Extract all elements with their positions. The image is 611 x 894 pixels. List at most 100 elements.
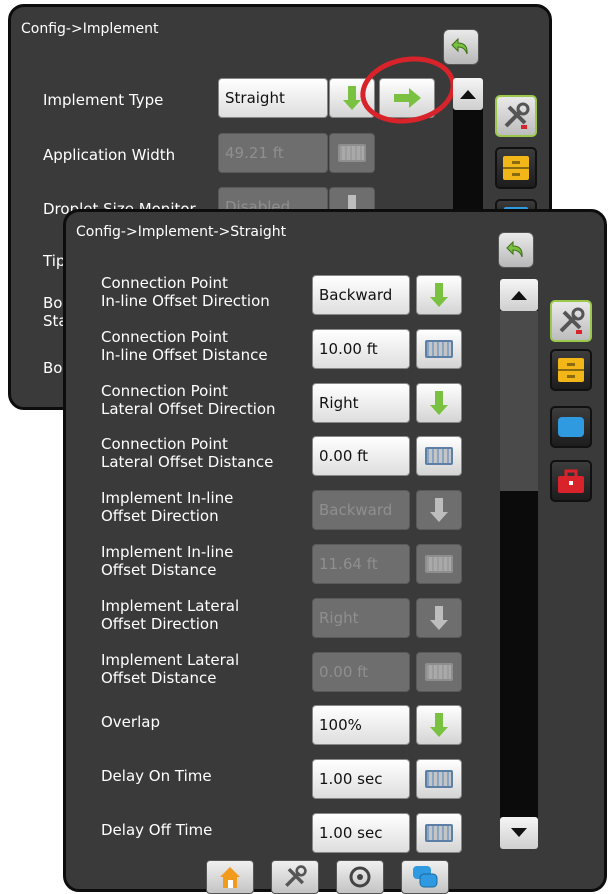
setting-label-line2: Lateral Offset Direction bbox=[101, 400, 276, 418]
scroll-down-arrow[interactable] bbox=[500, 817, 538, 849]
down-arrow-icon bbox=[430, 498, 448, 522]
back-arrow-icon bbox=[506, 240, 523, 258]
keyboard-icon bbox=[425, 340, 453, 358]
setting-value-field[interactable]: 100% bbox=[312, 705, 410, 745]
setting-keyboard-button[interactable] bbox=[416, 813, 462, 853]
setting-keyboard-button[interactable] bbox=[416, 759, 462, 799]
toolbox-icon bbox=[558, 469, 584, 493]
setting-label: Implement Lateral Offset Direction bbox=[101, 597, 239, 633]
straight-config-window: Config->Implement->Straight Connection P… bbox=[63, 209, 607, 894]
setting-value-field[interactable]: Right bbox=[312, 383, 410, 423]
setting-keyboard-button[interactable] bbox=[416, 436, 462, 476]
setting-label: Connection Point In-line Offset Distance bbox=[101, 328, 268, 364]
down-arrow-icon bbox=[343, 86, 361, 110]
setting-label: Connection Point Lateral Offset Distance bbox=[101, 435, 273, 471]
down-arrow-icon bbox=[430, 713, 448, 737]
keyboard-icon bbox=[425, 555, 453, 573]
setting-label-line1: Connection Point bbox=[101, 328, 228, 346]
down-arrow-icon bbox=[430, 283, 448, 307]
tools-icon bbox=[559, 307, 585, 334]
setting-label-line2: Lateral Offset Distance bbox=[101, 453, 274, 471]
setting-label-line1: Connection Point bbox=[101, 435, 228, 453]
setting-label-line1: Implement Lateral bbox=[101, 651, 240, 669]
setting-dropdown-button[interactable] bbox=[416, 705, 462, 745]
side-tab-display[interactable] bbox=[550, 406, 592, 448]
setting-label: Implement Lateral Offset Distance bbox=[101, 651, 239, 687]
display-icon bbox=[558, 417, 584, 437]
side-tab-config[interactable] bbox=[495, 95, 537, 137]
implement-type-label: Implement Type bbox=[43, 91, 164, 109]
keyboard-icon bbox=[425, 824, 453, 842]
setting-label-line2: Offset Direction bbox=[101, 507, 219, 525]
down-arrow-icon bbox=[430, 391, 448, 415]
tools-icon bbox=[504, 102, 530, 129]
setting-label-line1: Connection Point bbox=[101, 382, 228, 400]
setting-dropdown-button[interactable] bbox=[416, 275, 462, 315]
setting-label: Connection Point Lateral Offset Direction bbox=[101, 382, 276, 418]
setting-value-field: 0.00 ft bbox=[312, 652, 410, 692]
setting-label-line2: Offset Direction bbox=[101, 615, 219, 633]
keyboard-icon bbox=[425, 447, 453, 465]
setting-keyboard-button bbox=[416, 544, 462, 584]
scroll-up-arrow[interactable] bbox=[453, 78, 483, 110]
setting-value-field[interactable]: 0.00 ft bbox=[312, 436, 410, 476]
down-arrow-icon bbox=[430, 606, 448, 630]
setting-label-line2: In-line Offset Distance bbox=[101, 346, 268, 364]
bottom-tab-guidance[interactable] bbox=[336, 860, 384, 894]
back-button[interactable] bbox=[498, 232, 534, 268]
setting-label: Overlap bbox=[101, 713, 160, 731]
side-tab-data[interactable] bbox=[550, 349, 592, 391]
setting-value-field: Right bbox=[312, 598, 410, 638]
side-tab-data[interactable] bbox=[495, 147, 537, 189]
back-button[interactable] bbox=[443, 29, 479, 65]
setting-value-field[interactable]: 1.00 sec bbox=[312, 759, 410, 799]
setting-value-field: Backward bbox=[312, 490, 410, 530]
setting-label: Implement In-line Offset Direction bbox=[101, 489, 233, 525]
setting-label: Delay On Time bbox=[101, 767, 212, 785]
setting-label-line2: In-line Offset Direction bbox=[101, 292, 270, 310]
keyboard-icon bbox=[338, 144, 366, 162]
tools-icon bbox=[285, 865, 307, 887]
application-width-field: 49.21 ft bbox=[218, 133, 328, 173]
bottom-tab-chat[interactable] bbox=[401, 860, 449, 894]
setting-value-field[interactable]: 10.00 ft bbox=[312, 329, 410, 369]
setting-value-field[interactable]: Backward bbox=[312, 275, 410, 315]
boom-label-1: Bo bbox=[43, 294, 63, 312]
setting-keyboard-button[interactable] bbox=[416, 329, 462, 369]
keyboard-icon bbox=[425, 770, 453, 788]
setting-label-line2: Offset Distance bbox=[101, 669, 217, 687]
settings-scrollbar[interactable] bbox=[500, 279, 538, 849]
implement-type-field[interactable]: Straight bbox=[218, 78, 328, 118]
setting-label: Delay Off Time bbox=[101, 821, 213, 839]
scroll-up-arrow[interactable] bbox=[500, 279, 538, 311]
setting-label-line1: Implement In-line bbox=[101, 489, 234, 507]
setting-label-line2: Offset Distance bbox=[101, 561, 217, 579]
setting-dropdown-button[interactable] bbox=[416, 383, 462, 423]
file-cabinet-icon bbox=[503, 156, 529, 180]
side-tab-tools[interactable] bbox=[550, 460, 592, 502]
setting-dropdown-button bbox=[416, 598, 462, 638]
file-cabinet-icon bbox=[558, 358, 584, 382]
chat-icon bbox=[413, 866, 438, 888]
setting-value-field: 11.64 ft bbox=[312, 544, 410, 584]
down-arrow-icon bbox=[511, 828, 527, 837]
setting-value-field[interactable]: 1.00 sec bbox=[312, 813, 410, 853]
side-tab-config[interactable] bbox=[550, 300, 592, 342]
boom-label-2: Bo bbox=[43, 359, 63, 377]
back-arrow-icon bbox=[451, 37, 468, 55]
bottom-tab-config[interactable] bbox=[271, 860, 319, 894]
up-arrow-icon bbox=[460, 90, 476, 99]
scroll-thumb[interactable] bbox=[500, 311, 538, 491]
setting-dropdown-button bbox=[416, 490, 462, 530]
setting-label-line1: Implement Lateral bbox=[101, 597, 240, 615]
application-width-keyboard-button bbox=[329, 133, 375, 173]
bottom-tab-home[interactable] bbox=[206, 860, 254, 894]
guidance-icon bbox=[349, 866, 371, 888]
setting-keyboard-button bbox=[416, 652, 462, 692]
setting-label: Connection Point In-line Offset Direction bbox=[101, 274, 270, 310]
window-title: Config->Implement->Straight bbox=[76, 224, 287, 240]
keyboard-icon bbox=[425, 663, 453, 681]
window-title: Config->Implement bbox=[21, 21, 159, 37]
setting-label-line1: Connection Point bbox=[101, 274, 228, 292]
home-icon bbox=[220, 867, 240, 888]
